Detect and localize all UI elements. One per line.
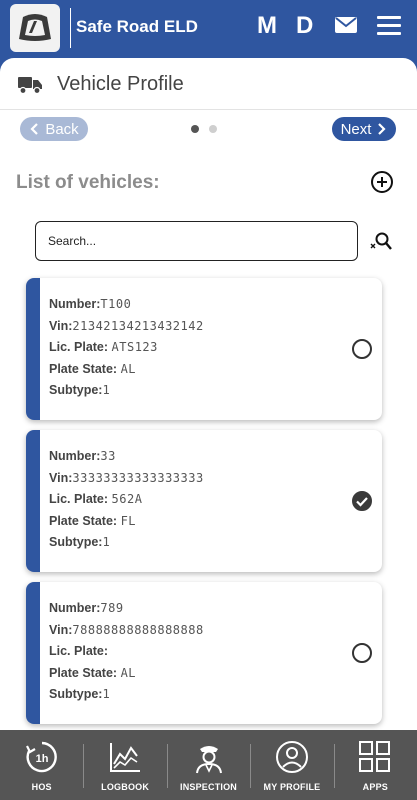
nav-logbook[interactable]: LOGBOOK xyxy=(83,730,166,800)
page-indicator-dot xyxy=(209,125,217,133)
vehicle-select-radio[interactable] xyxy=(352,339,372,359)
subtype-label: Subtype: xyxy=(49,383,103,397)
mode-d-button[interactable]: D xyxy=(296,12,313,40)
vin-label: Vin: xyxy=(49,622,73,637)
vehicle-details: Number:33 Vin:33333333333333333 Lic. Pla… xyxy=(49,449,204,557)
inspector-icon xyxy=(192,740,226,774)
vehicle-plate: ATS123 xyxy=(111,340,158,354)
vehicle-card[interactable]: Number:789 Vin:78888888888888888 Lic. Pl… xyxy=(26,582,382,724)
nav-label: INSPECTION xyxy=(180,782,238,792)
svg-text:1h: 1h xyxy=(35,753,48,765)
vehicle-number: 789 xyxy=(100,601,124,615)
app-bar: Safe Road ELD M D xyxy=(0,0,417,56)
vehicle-vin: 78888888888888888 xyxy=(72,622,204,637)
vehicle-plate: 562A xyxy=(111,492,143,506)
vehicle-card[interactable]: Number:T100 Vin:21342134213432142 Lic. P… xyxy=(26,278,382,420)
vehicle-select-radio[interactable] xyxy=(352,643,372,663)
profile-icon xyxy=(275,740,309,774)
back-button[interactable]: Back xyxy=(20,117,88,141)
search-clear-icon[interactable] xyxy=(370,231,392,253)
vehicle-subtype: 1 xyxy=(102,383,111,397)
vehicle-details: Number:T100 Vin:21342134213432142 Lic. P… xyxy=(49,297,204,405)
number-label: Number: xyxy=(49,449,101,463)
hamburger-menu-icon[interactable] xyxy=(377,16,401,36)
plate-label: Lic. Plate: xyxy=(49,644,109,658)
checkmark-icon xyxy=(356,497,368,507)
nav-label: MY PROFILE xyxy=(263,782,321,792)
logbook-chart-icon xyxy=(108,740,142,774)
nav-label: HOS xyxy=(31,782,52,792)
vehicle-vin: 21342134213432142 xyxy=(72,318,204,333)
chevron-left-icon xyxy=(30,123,39,135)
vehicle-details: Number:789 Vin:78888888888888888 Lic. Pl… xyxy=(49,601,204,709)
vehicle-number: 33 xyxy=(100,449,116,463)
nav-my-profile[interactable]: MY PROFILE xyxy=(250,730,333,800)
bottom-navigation: 1h HOS LOGBOOK INSPECTION MY PROFILE APP… xyxy=(0,730,417,800)
vehicle-profile-screen: Safe Road ELD M D Vehicle Profile Back N… xyxy=(0,0,417,800)
app-bar-divider xyxy=(70,8,71,48)
vehicle-state: AL xyxy=(120,665,137,680)
vehicle-state: FL xyxy=(120,513,137,528)
page-header: Vehicle Profile xyxy=(0,58,417,110)
plate-label: Lic. Plate: xyxy=(49,340,109,354)
subtype-label: Subtype: xyxy=(49,535,103,549)
card-accent-bar xyxy=(26,582,40,724)
vehicle-select-radio-checked[interactable] xyxy=(352,491,372,511)
search-input[interactable] xyxy=(35,221,358,261)
nav-apps[interactable]: APPS xyxy=(333,730,417,800)
subtype-label: Subtype: xyxy=(49,687,103,701)
nav-label: APPS xyxy=(362,782,388,792)
mode-m-button[interactable]: M xyxy=(257,12,277,40)
number-label: Number: xyxy=(49,297,101,311)
state-label: Plate State: xyxy=(49,361,118,376)
vehicle-card[interactable]: Number:33 Vin:33333333333333333 Lic. Pla… xyxy=(26,430,382,572)
vin-label: Vin: xyxy=(49,318,73,333)
state-label: Plate State: xyxy=(49,513,118,528)
app-logo xyxy=(10,4,60,52)
nav-label: LOGBOOK xyxy=(101,782,150,792)
apps-grid-icon xyxy=(358,740,392,774)
mail-icon[interactable] xyxy=(335,17,357,33)
page-title: Vehicle Profile xyxy=(57,73,184,95)
nav-hos[interactable]: 1h HOS xyxy=(0,730,83,800)
next-button[interactable]: Next xyxy=(332,117,396,141)
vin-label: Vin: xyxy=(49,470,73,485)
card-accent-bar xyxy=(26,278,40,420)
nav-inspection[interactable]: INSPECTION xyxy=(166,730,250,800)
truck-icon xyxy=(18,76,42,99)
plate-label: Lic. Plate: xyxy=(49,492,109,506)
number-label: Number: xyxy=(49,601,101,615)
app-title: Safe Road ELD xyxy=(76,17,198,36)
vehicle-number: T100 xyxy=(100,297,132,311)
vehicle-state: AL xyxy=(120,361,137,376)
hos-clock-icon: 1h xyxy=(25,740,59,774)
state-label: Plate State: xyxy=(49,665,118,680)
vehicle-subtype: 1 xyxy=(102,687,111,701)
vehicle-subtype: 1 xyxy=(102,535,111,549)
list-title: List of vehicles: xyxy=(16,172,160,193)
next-button-label: Next xyxy=(340,120,372,138)
vehicle-vin: 33333333333333333 xyxy=(72,470,204,485)
add-vehicle-icon[interactable] xyxy=(371,171,393,193)
chevron-right-icon xyxy=(378,123,386,135)
card-accent-bar xyxy=(26,430,40,572)
back-button-label: Back xyxy=(45,120,79,138)
page-indicator-dot-active xyxy=(191,125,199,133)
